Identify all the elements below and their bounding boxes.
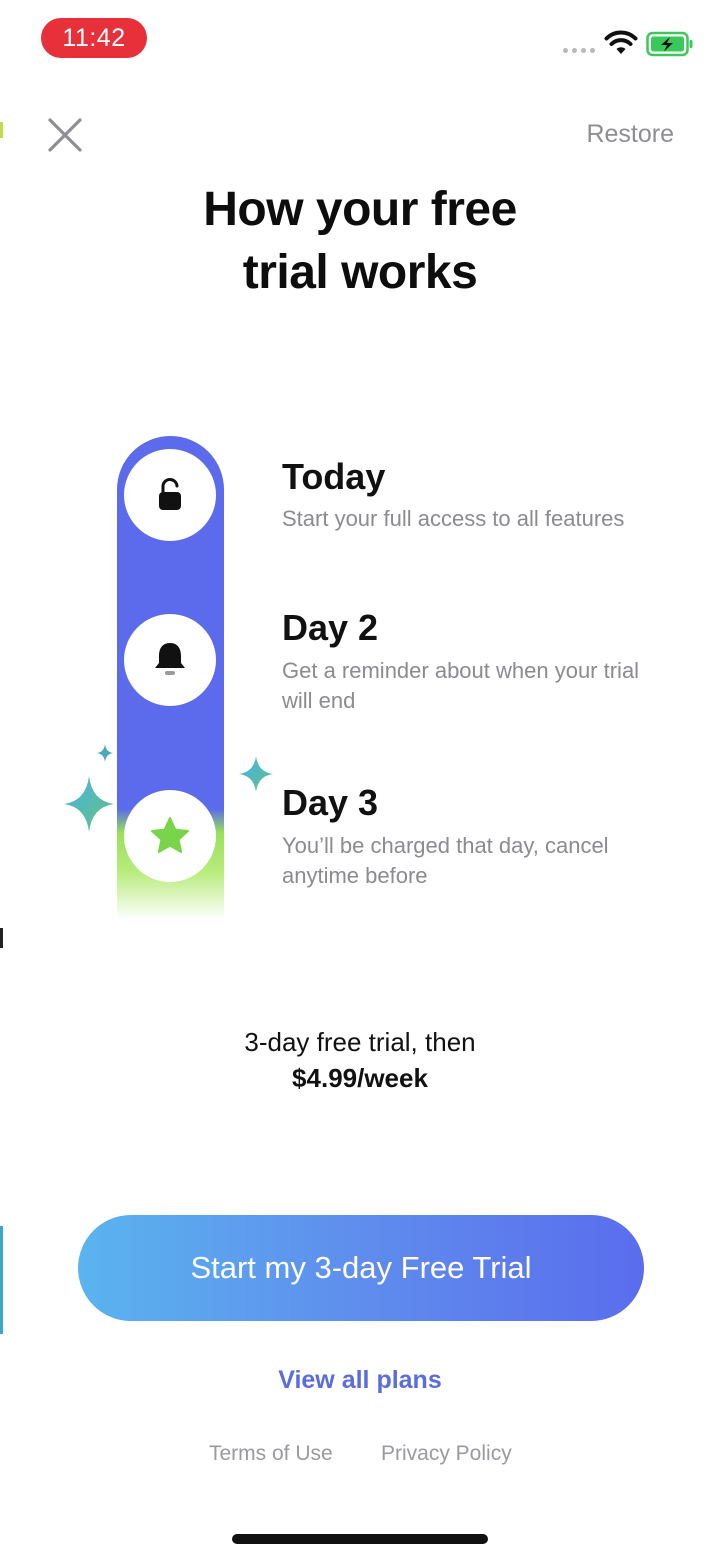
close-icon (48, 118, 82, 152)
home-indicator (232, 1534, 488, 1544)
sparkle-icon (239, 756, 273, 792)
step-day2-marker (124, 614, 216, 706)
star-icon (151, 817, 189, 853)
close-button[interactable] (44, 114, 86, 156)
step-today-description: Start your full access to all features (282, 506, 625, 531)
step-day3-marker (124, 790, 216, 882)
sparkle-icon (64, 776, 114, 832)
cellular-signal-icon (563, 48, 595, 53)
step-day2-description: Get a reminder about when your trial wil… (282, 658, 640, 713)
status-time: 11:42 (41, 18, 147, 58)
price-text: $4.99/week (292, 1063, 428, 1093)
terms-of-use-link[interactable]: Terms of Use (209, 1442, 333, 1466)
trial-terms-text: 3-day free trial, then (244, 1027, 476, 1057)
page-title: How your free trial works (0, 178, 720, 304)
step-today-marker (124, 449, 216, 541)
view-all-plans-link[interactable]: View all plans (0, 1366, 720, 1395)
page-title-line1: How your free (203, 183, 517, 236)
restore-button[interactable]: Restore (586, 120, 674, 149)
start-free-trial-button[interactable]: Start my 3-day Free Trial (78, 1215, 644, 1321)
edge-marker (0, 1226, 3, 1334)
page-title-line2: trial works (242, 246, 478, 299)
step-day3-title: Day 3 (282, 782, 379, 823)
wifi-icon (604, 30, 638, 54)
step-today-title: Today (282, 456, 386, 497)
step-day2-title: Day 2 (282, 607, 379, 648)
unlock-icon (159, 478, 181, 510)
edge-marker (0, 928, 3, 948)
step-day3-description: You’ll be charged that day, cancel anyti… (282, 833, 609, 888)
battery-charging-icon (646, 31, 693, 57)
privacy-policy-link[interactable]: Privacy Policy (381, 1442, 512, 1466)
edge-marker (0, 122, 3, 138)
bell-icon (155, 643, 185, 675)
sparkle-icon (97, 744, 113, 762)
